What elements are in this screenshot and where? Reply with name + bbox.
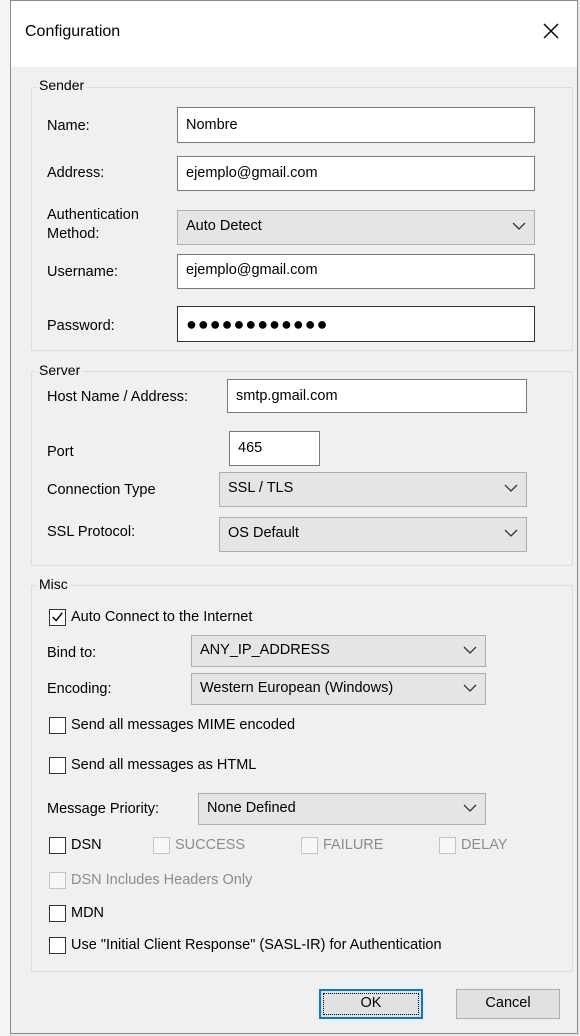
ssl-protocol-value: OS Default (228, 525, 299, 541)
auto-connect-label[interactable]: Auto Connect to the Internet (71, 609, 252, 625)
ok-button[interactable]: OK (319, 989, 423, 1019)
auth-method-value: Auto Detect (186, 218, 262, 234)
auth-method-label-line1: Authentication (47, 207, 139, 223)
encoding-select[interactable]: Western European (Windows) (191, 673, 486, 705)
close-icon[interactable] (537, 17, 565, 45)
delay-label: DELAY (461, 837, 508, 853)
chevron-down-icon (504, 484, 518, 492)
failure-label: FAILURE (323, 837, 384, 853)
auth-method-select[interactable]: Auto Detect (177, 210, 535, 245)
ssl-protocol-select[interactable]: OS Default (219, 517, 527, 552)
dsn-headers-checkbox (49, 872, 66, 889)
address-label: Address: (47, 165, 105, 181)
server-legend: Server (36, 362, 84, 378)
html-checkbox[interactable] (49, 757, 66, 774)
cancel-button-label: Cancel (485, 995, 531, 1011)
sasl-ir-checkbox[interactable] (49, 937, 66, 954)
host-field[interactable]: smtp.gmail.com (227, 379, 527, 413)
configuration-dialog: Configuration Sender Name: Nombre Addres… (10, 0, 578, 1034)
password-label: Password: (47, 318, 115, 334)
success-checkbox (153, 837, 170, 854)
encoding-value: Western European (Windows) (200, 680, 394, 696)
dsn-checkbox[interactable] (49, 837, 66, 854)
success-label: SUCCESS (175, 837, 246, 853)
chevron-down-icon (463, 646, 477, 654)
encoding-label: Encoding: (47, 681, 112, 697)
port-field[interactable]: 465 (229, 431, 320, 466)
bind-to-select[interactable]: ANY_IP_ADDRESS (191, 635, 486, 667)
delay-checkbox (439, 837, 456, 854)
mime-checkbox[interactable] (49, 717, 66, 734)
mdn-label[interactable]: MDN (71, 905, 104, 921)
chevron-down-icon (504, 529, 518, 537)
connection-type-value: SSL / TLS (228, 480, 294, 496)
chevron-down-icon (463, 684, 477, 692)
connection-type-label: Connection Type (47, 482, 156, 498)
checkmark-icon (52, 612, 63, 622)
failure-checkbox (301, 837, 318, 854)
html-label[interactable]: Send all messages as HTML (71, 757, 256, 773)
cancel-button[interactable]: Cancel (456, 989, 560, 1019)
window-title: Configuration (25, 23, 121, 40)
username-label: Username: (47, 264, 118, 280)
message-priority-select[interactable]: None Defined (198, 793, 486, 825)
name-label: Name: (47, 118, 90, 134)
focus-rectangle (323, 993, 419, 1015)
name-field[interactable]: Nombre (177, 107, 535, 143)
chevron-down-icon (463, 804, 477, 812)
bind-to-label: Bind to: (47, 645, 97, 661)
username-field[interactable]: ejemplo@gmail.com (177, 254, 535, 289)
dsn-label[interactable]: DSN (71, 837, 102, 853)
misc-legend: Misc (36, 576, 71, 592)
dsn-headers-label: DSN Includes Headers Only (71, 872, 253, 888)
host-label: Host Name / Address: (47, 389, 189, 405)
message-priority-label: Message Priority: (47, 801, 160, 817)
sender-legend: Sender (36, 77, 88, 93)
chevron-down-icon (512, 222, 526, 230)
bind-to-value: ANY_IP_ADDRESS (200, 642, 330, 658)
auto-connect-checkbox[interactable] (49, 609, 66, 626)
port-label: Port (47, 444, 74, 460)
mdn-checkbox[interactable] (49, 905, 66, 922)
auth-method-label-line2: Method: (47, 226, 100, 242)
password-field[interactable]: ●●●●●●●●●●●● (177, 306, 535, 342)
sasl-ir-label[interactable]: Use "Initial Client Response" (SASL-IR) … (71, 937, 442, 953)
address-field[interactable]: ejemplo@gmail.com (177, 156, 535, 191)
message-priority-value: None Defined (207, 800, 296, 816)
title-bar: Configuration (11, 1, 577, 67)
ssl-protocol-label: SSL Protocol: (47, 524, 136, 540)
mime-label[interactable]: Send all messages MIME encoded (71, 717, 295, 733)
connection-type-select[interactable]: SSL / TLS (219, 472, 527, 507)
